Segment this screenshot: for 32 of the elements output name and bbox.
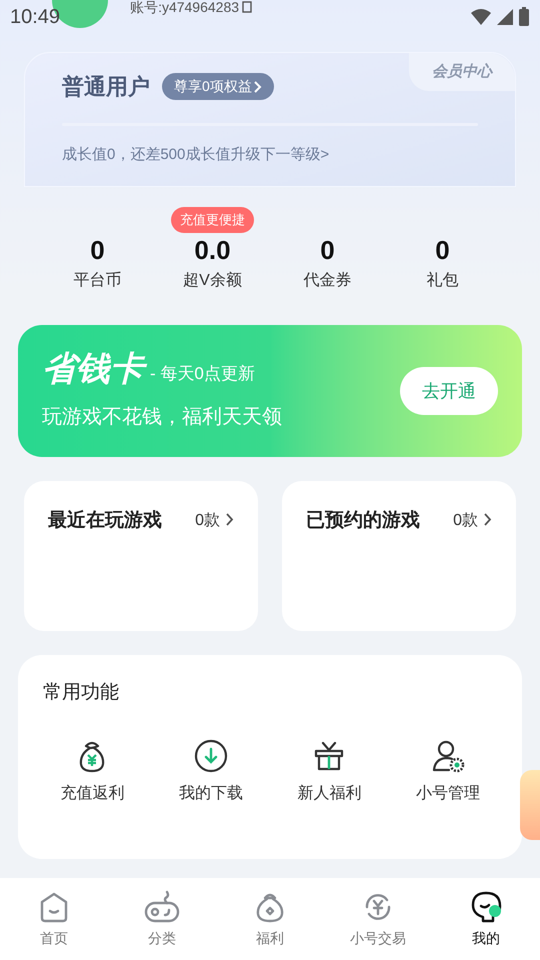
tab-item[interactable]: 分类 — [108, 878, 216, 960]
stat-label[interactable]: 平台币 — [74, 269, 122, 293]
game-card[interactable]: 最近在玩游戏 0款 — [24, 481, 258, 631]
tab-item[interactable]: 福利 — [216, 878, 324, 960]
game-count: 0款 — [453, 511, 478, 531]
user-level: 普通用户 — [62, 73, 150, 101]
tab-item[interactable]: 我的 — [432, 878, 540, 960]
stat-value: 0 — [435, 235, 450, 265]
game-count: 0款 — [195, 511, 220, 531]
function-item[interactable]: 新人福利 — [270, 738, 388, 806]
stat-label[interactable]: 超V余额 — [183, 269, 242, 293]
game-card-title: 已预约的游戏 — [306, 509, 420, 533]
benefits-button[interactable]: 尊享0项权益 — [162, 73, 274, 100]
account-text: 账号:y474964283 — [130, 0, 240, 17]
tab-item[interactable]: 小号交易 — [324, 878, 432, 960]
function-item[interactable]: 充值返利 — [33, 738, 152, 806]
function-item[interactable]: 我的下载 — [152, 738, 270, 806]
stat-label[interactable]: 礼包 — [426, 269, 458, 293]
stat-value: 0.0 — [194, 235, 231, 265]
stat-label[interactable]: 代金券 — [304, 269, 352, 293]
function-item[interactable]: 小号管理 — [388, 738, 507, 806]
game-card[interactable]: 已预约的游戏 0款 — [282, 481, 516, 631]
promo-badge: 充值更便捷 — [171, 207, 254, 232]
stat-value: 0 — [320, 235, 335, 265]
tab-item[interactable]: 首页 — [0, 878, 108, 960]
functions-title: 常用功能 — [43, 681, 120, 705]
growth-progress-text[interactable]: 成长值0，还差500成长值升级下一等级> — [25, 144, 515, 166]
status-time: 10:49 — [10, 5, 60, 30]
stat-value: 0 — [90, 235, 105, 265]
game-card-title: 最近在玩游戏 — [48, 508, 162, 533]
saving-card-subtitle: - 每天0点更新 — [150, 362, 255, 384]
saving-card-slogan: 玩游戏不花钱，福利天天领 — [42, 405, 282, 430]
